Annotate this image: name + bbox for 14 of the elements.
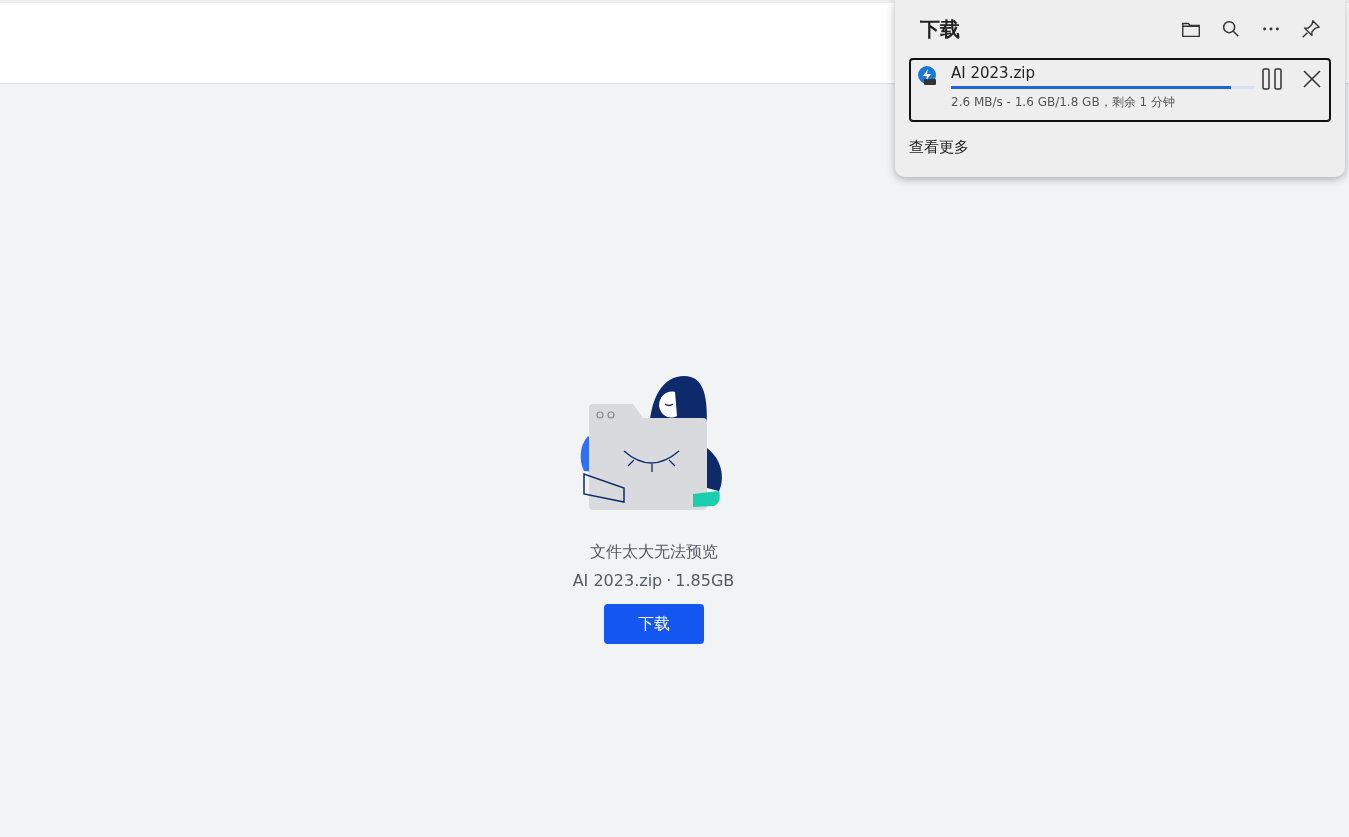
preview-message: 文件太大无法预览 — [589, 542, 718, 563]
zip-file-icon — [917, 66, 937, 86]
download-item[interactable]: AI 2023.zip 2.6 MB/s - 1.6 GB/1.8 GB，剩余 1 分钟 — [909, 58, 1331, 122]
download-status: 2.6 MB/s - 1.6 GB/1.8 GB，剩余 1 分钟 — [951, 94, 1176, 111]
download-button[interactable]: 下载 — [603, 604, 704, 644]
search-icon[interactable] — [1220, 18, 1242, 40]
separator-dot: · — [666, 571, 672, 590]
file-size: 1.85GB — [675, 571, 735, 590]
pin-icon[interactable] — [1300, 18, 1322, 40]
pause-button[interactable] — [1259, 66, 1285, 92]
file-name: AI 2023.zip — [572, 571, 663, 590]
panel-title: 下载 — [920, 15, 961, 43]
download-file-name: AI 2023.zip — [951, 64, 1035, 82]
see-more-link[interactable]: 查看更多 — [909, 138, 969, 157]
